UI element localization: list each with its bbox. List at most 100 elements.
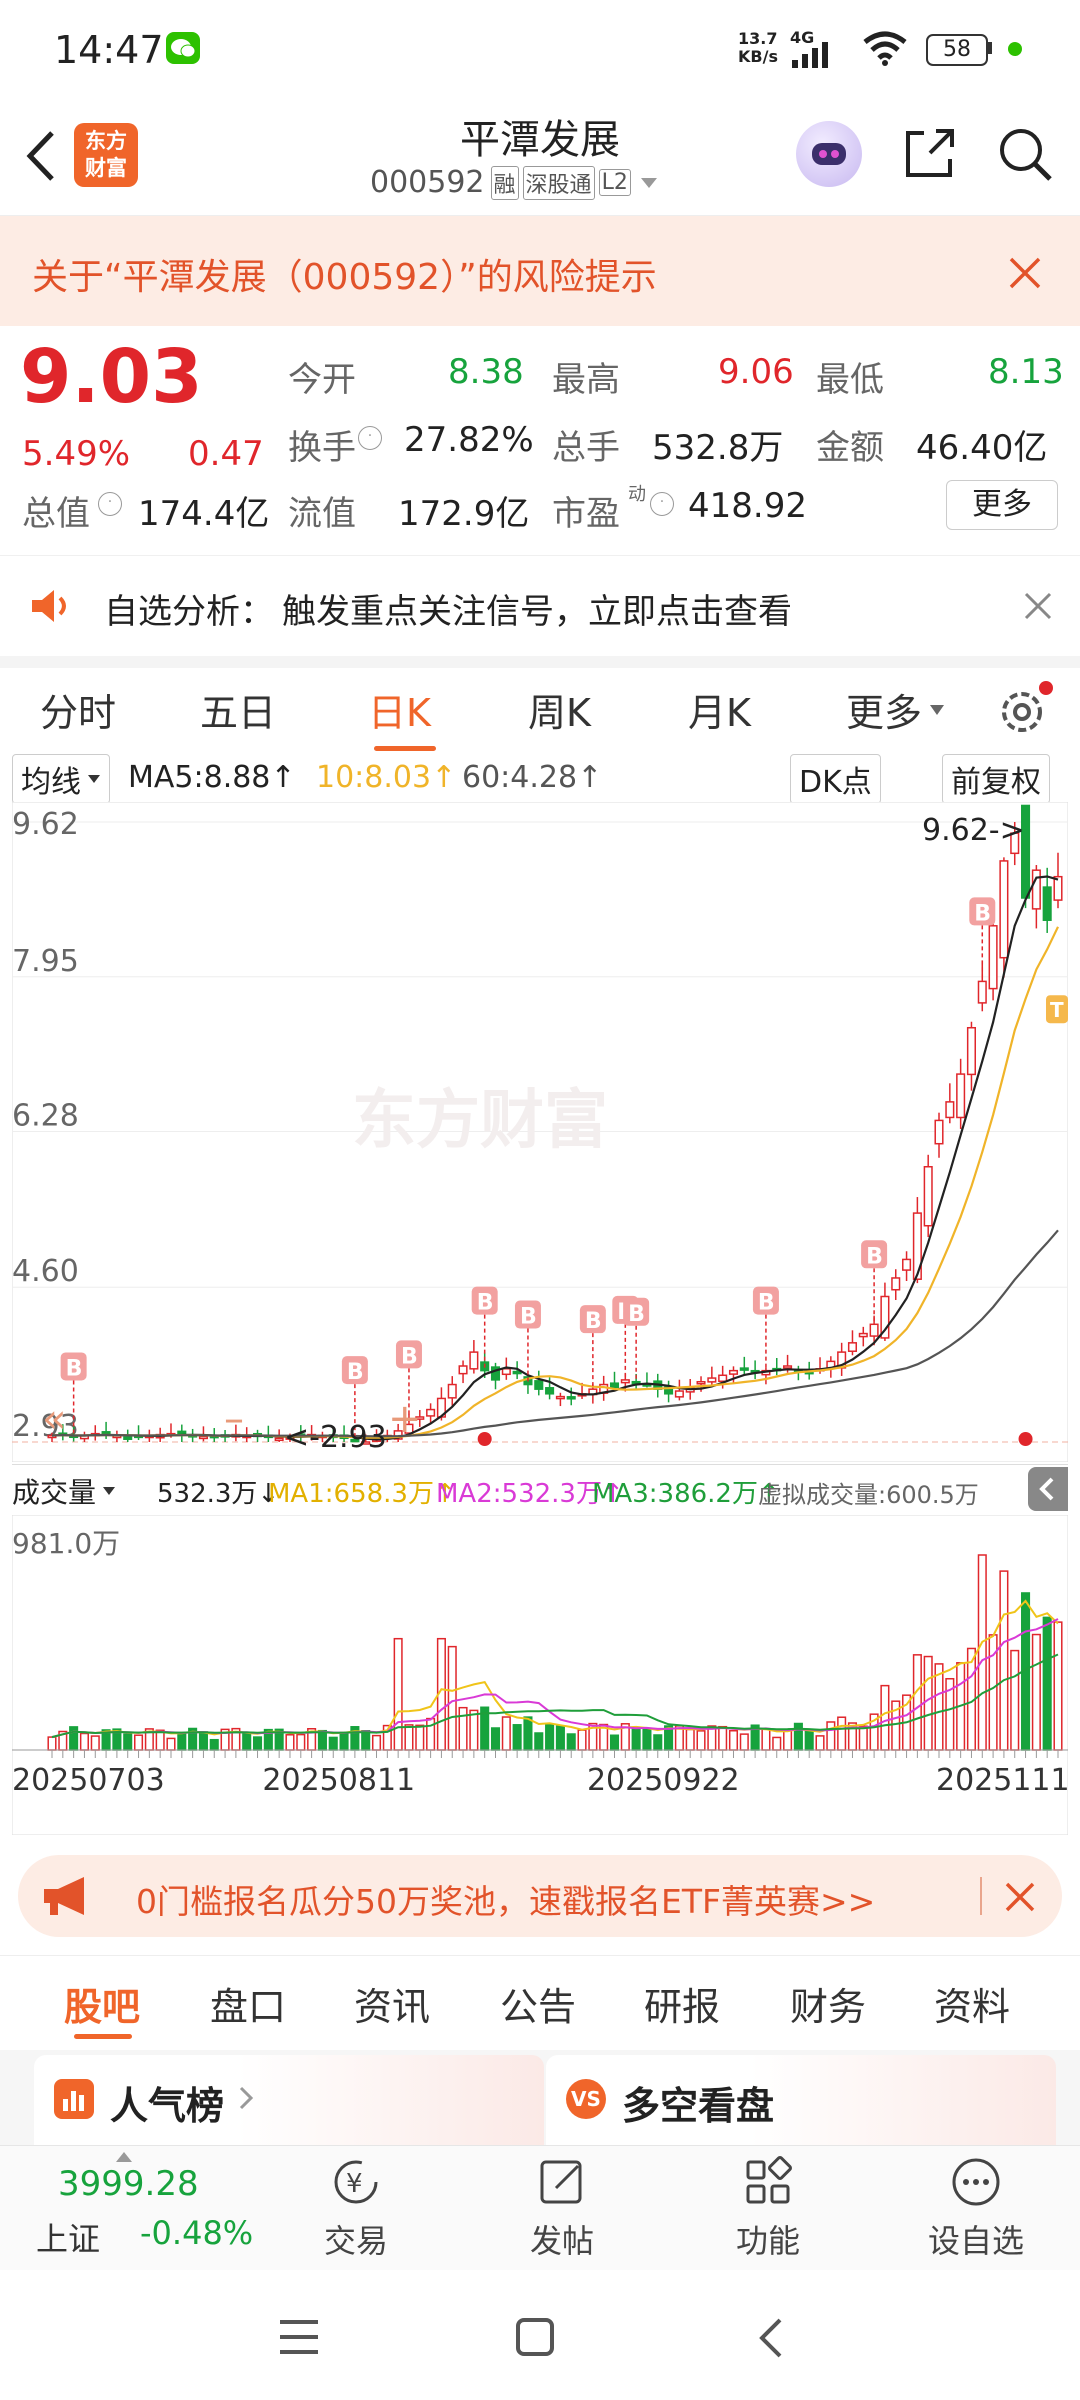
tab-intraday[interactable]: 分时 xyxy=(40,682,116,737)
home-icon[interactable] xyxy=(514,2316,556,2358)
open-label: 今开 xyxy=(288,360,356,400)
pe-info-icon[interactable]: · xyxy=(650,492,674,516)
ma10-value: 10:8.03↑ xyxy=(316,760,457,795)
volume-bar xyxy=(501,1716,511,1751)
volume-bar xyxy=(242,1733,252,1751)
signal-dot xyxy=(1018,1432,1033,1446)
bull-bear-card[interactable]: VS 多空看盘 xyxy=(546,2055,1056,2145)
ma-selector[interactable]: 均线 xyxy=(12,754,110,804)
volume-bar xyxy=(739,1733,749,1751)
candle-body xyxy=(458,1365,468,1375)
tab-announcements[interactable]: 公告 xyxy=(500,1976,576,2031)
settings-gear-icon[interactable] xyxy=(996,680,1056,740)
volume-bar xyxy=(296,1733,306,1751)
volume-bar xyxy=(426,1717,436,1751)
candle-body xyxy=(123,1436,133,1440)
candle-body xyxy=(956,1073,966,1119)
volume-bar xyxy=(826,1721,836,1751)
volume-label: 总手 xyxy=(552,428,620,468)
adjust-price-button[interactable]: 前复权 xyxy=(942,754,1050,804)
risk-banner[interactable]: 关于“平潭发展（000592）”的风险提示 xyxy=(0,216,1080,326)
candle-body xyxy=(718,1374,728,1383)
mktcap-info-icon[interactable]: · xyxy=(98,492,122,516)
feature-cards: 人气榜 VS 多空看盘 xyxy=(0,2050,1080,2145)
change-amount: 0.47 xyxy=(188,434,264,474)
collapse-panel-button[interactable] xyxy=(1028,1467,1068,1511)
close-icon[interactable] xyxy=(1008,256,1042,290)
candle-body xyxy=(999,860,1009,959)
candle-body xyxy=(674,1390,684,1398)
tab-news[interactable]: 资讯 xyxy=(354,1976,430,2031)
tab-monthly-k[interactable]: 月K xyxy=(688,682,751,737)
scroll-left-icon[interactable]: « xyxy=(42,1396,66,1442)
buy-marker-label: B xyxy=(66,1356,83,1381)
tab-profile[interactable]: 资料 xyxy=(934,1976,1010,2031)
close-icon[interactable] xyxy=(1024,592,1052,620)
low-value: 8.13 xyxy=(988,352,1064,392)
volume-chart[interactable]: 981.0万 20250703 20250811 20250922 20251111 xyxy=(12,1515,1068,1835)
candle-body xyxy=(1031,869,1041,910)
volume-bar xyxy=(512,1724,522,1751)
tab-daily-k[interactable]: 日K xyxy=(368,682,431,737)
risk-banner-text: 关于“平潭发展（000592）”的风险提示 xyxy=(32,257,657,298)
dk-point-button[interactable]: DK点 xyxy=(790,754,881,804)
dropdown-triangle-icon xyxy=(640,177,657,188)
watchlist-analysis-bar[interactable]: 自选分析： 触发重点关注信号，立即点击查看 xyxy=(0,555,1080,668)
amount-value: 46.40亿 xyxy=(916,428,1048,468)
nav-post[interactable]: 发帖 xyxy=(492,2156,632,2262)
candle-body xyxy=(988,925,998,990)
more-quote-button[interactable]: 更多 xyxy=(946,480,1058,530)
mktcap-value: 174.4亿 xyxy=(138,494,270,534)
robot-avatar-icon[interactable] xyxy=(796,121,862,187)
tab-pankou[interactable]: 盘口 xyxy=(210,1976,286,2031)
search-icon[interactable] xyxy=(996,125,1054,183)
nav-trade[interactable]: ¥ 交易 xyxy=(286,2156,426,2262)
stock-code-row[interactable]: 000592 融 深股通 L2 xyxy=(370,165,659,200)
volume-bar xyxy=(123,1733,133,1751)
popularity-card[interactable]: 人气榜 xyxy=(34,2055,544,2145)
promo-banner[interactable]: 0门槛报名瓜分50万奖池，速戳报名ETF菁英赛>> xyxy=(18,1855,1062,1937)
candle-body xyxy=(1042,886,1052,921)
tab-weekly-k[interactable]: 周K xyxy=(528,682,591,737)
tab-more[interactable]: 更多 xyxy=(846,682,946,737)
volume-bar xyxy=(404,1724,414,1751)
volume-bar xyxy=(339,1731,349,1751)
back-icon[interactable] xyxy=(756,2316,786,2360)
quote-panel: 9.03 5.49% 0.47 今开 8.38 最高 9.06 最低 8.13 … xyxy=(0,326,1080,546)
volume-bar xyxy=(772,1736,782,1751)
net-speed: 13.7 KB/s xyxy=(738,29,778,66)
battery-tip xyxy=(988,42,992,54)
volume-bar xyxy=(1031,1633,1041,1751)
candle-body xyxy=(869,1323,879,1337)
ma5-value: MA5:8.88↑ xyxy=(128,760,296,795)
volume-selector[interactable]: 成交量 xyxy=(12,1471,116,1511)
zoom-out-icon[interactable]: – xyxy=(224,1396,244,1442)
candle-body xyxy=(545,1387,555,1395)
share-icon[interactable] xyxy=(902,125,958,181)
volume-bar xyxy=(469,1709,479,1751)
nav-functions[interactable]: 功能 xyxy=(698,2156,838,2262)
volume-bar xyxy=(134,1734,144,1751)
kline-chart[interactable]: 东方财富 9.627.956.284.602.93 BBBBBBBBBBBT 9… xyxy=(12,802,1068,1462)
volume-bar xyxy=(447,1645,457,1751)
tab-financials[interactable]: 财务 xyxy=(790,1976,866,2031)
turnover-info-icon[interactable]: · xyxy=(358,426,382,450)
nav-add-watchlist[interactable]: 设自选 xyxy=(906,2156,1046,2262)
last-price: 9.03 xyxy=(20,334,203,420)
close-icon[interactable] xyxy=(1004,1881,1036,1913)
volume-bar xyxy=(523,1716,533,1751)
index-value[interactable]: 3999.28 xyxy=(58,2164,199,2204)
menu-icon[interactable] xyxy=(276,2318,322,2356)
volume-bar xyxy=(90,1735,100,1751)
tab-research[interactable]: 研报 xyxy=(644,1976,720,2031)
zoom-in-icon[interactable]: + xyxy=(388,1396,422,1442)
content-tab-indicator xyxy=(74,2034,132,2039)
tab-five-day[interactable]: 五日 xyxy=(200,682,276,737)
candle-body xyxy=(426,1408,436,1417)
chevron-right-icon xyxy=(239,2086,254,2110)
candle-body xyxy=(707,1377,717,1383)
pe-superscript: 动 xyxy=(628,484,646,505)
float-label: 流值 xyxy=(288,494,356,534)
volume-bar xyxy=(155,1729,165,1751)
tab-guba[interactable]: 股吧 xyxy=(64,1976,140,2031)
